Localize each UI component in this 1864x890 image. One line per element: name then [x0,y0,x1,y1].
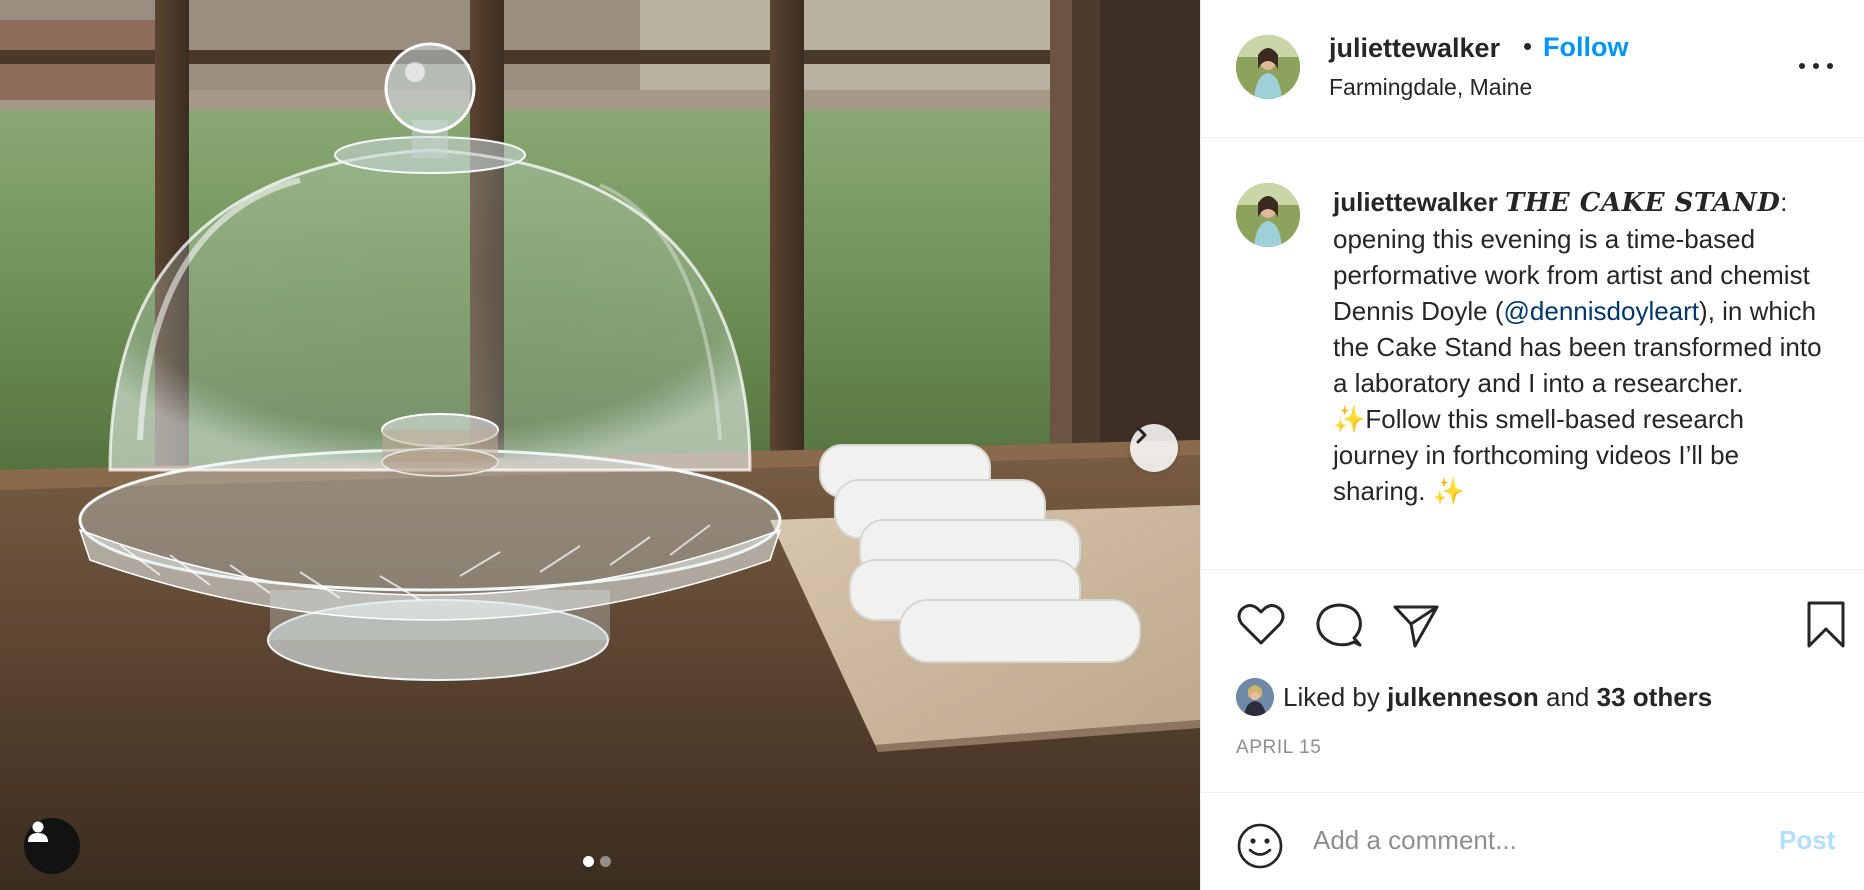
share-icon[interactable] [1389,598,1443,652]
separator-dot: • [1523,31,1533,61]
more-dot [1827,63,1833,69]
next-slide-button[interactable] [1130,424,1178,472]
sparkles-emoji: ✨ [1432,476,1466,506]
caption-mention[interactable]: @dennisdoyleart [1504,296,1700,326]
avatar-photo [1236,183,1300,247]
caption-title: THE CAKE STAND [1504,188,1781,218]
follow-button[interactable]: Follow [1543,32,1628,63]
slide-dot-active [583,856,594,867]
chevron-right-icon [1136,426,1147,444]
comment-input[interactable]: Add a comment... [1313,825,1517,856]
author-avatar[interactable] [1236,35,1300,99]
slide-indicator [583,856,611,867]
post-actions [1201,570,1864,680]
bookmark-icon[interactable] [1799,598,1853,652]
more-dot [1813,63,1819,69]
post-caption: juliettewalker THE CAKE STAND: opening t… [1201,138,1864,570]
caption-avatar[interactable] [1236,183,1300,247]
emoji-icon[interactable] [1235,821,1285,871]
post-date[interactable]: APRIL 15 [1236,737,1321,759]
liker-username[interactable]: julkenneson [1387,682,1539,712]
sparkles-emoji: ✨ [1333,404,1366,434]
slide-dot [600,856,611,867]
more-dot [1799,63,1805,69]
post-image-art [0,0,1200,890]
post-header: juliettewalker • Follow Farmingdale, Mai… [1201,0,1864,138]
avatar-photo [1236,678,1274,716]
caption-colon: : [1780,187,1788,217]
likes-text: Liked by julkenneson and 33 others [1283,682,1712,713]
user-icon [28,821,48,842]
likes-conj: and [1546,681,1590,712]
avatar-photo [1236,35,1300,99]
likes-summary[interactable]: Liked by julkenneson and 33 others [1236,677,1712,717]
caption-body-c: Follow this smell-based research journey… [1333,404,1744,506]
liker-avatar [1236,678,1274,716]
post-image[interactable] [0,0,1200,890]
likes-prefix: Liked by [1283,681,1380,712]
post-comment-button[interactable]: Post [1779,825,1835,856]
tagged-users-button[interactable] [24,818,80,874]
likes-others[interactable]: 33 others [1597,682,1713,712]
more-options-icon[interactable] [1799,56,1833,76]
post-location[interactable]: Farmingdale, Maine [1329,74,1532,101]
author-username[interactable]: juliettewalker [1329,33,1500,64]
caption-username[interactable]: juliettewalker [1333,187,1498,217]
caption-text: juliettewalker THE CAKE STAND: opening t… [1333,184,1833,509]
post-panel: juliettewalker • Follow Farmingdale, Mai… [1200,0,1864,890]
comment-bar: Add a comment... Post [1201,792,1864,890]
comment-icon[interactable] [1312,598,1366,652]
heart-icon[interactable] [1234,598,1288,652]
